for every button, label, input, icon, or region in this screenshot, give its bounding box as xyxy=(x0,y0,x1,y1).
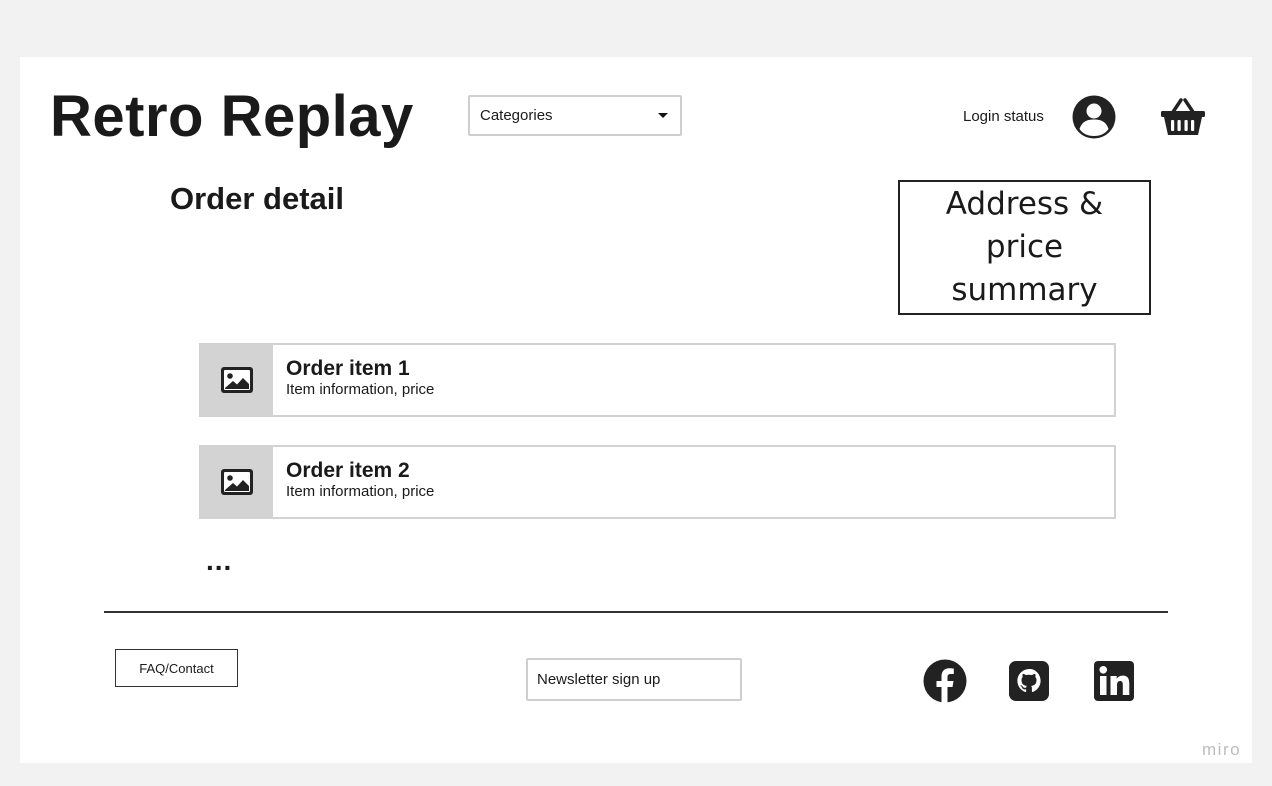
login-status[interactable]: Login status xyxy=(963,108,1044,125)
item-thumbnail xyxy=(201,345,273,415)
newsletter-signup-field[interactable]: Newsletter sign up xyxy=(526,658,742,701)
faq-contact-label: FAQ/Contact xyxy=(139,660,214,676)
image-placeholder-icon xyxy=(221,367,253,393)
faq-contact-button[interactable]: FAQ/Contact xyxy=(115,649,238,687)
facebook-icon[interactable] xyxy=(923,659,967,703)
footer-divider xyxy=(104,611,1168,613)
summary-box-label: Address & price summary xyxy=(945,186,1104,308)
wireframe-board: Retro Replay Categories Login status Ord… xyxy=(20,57,1252,763)
order-item[interactable]: Order item 2 Item information, price xyxy=(199,445,1116,519)
order-item-info: Item information, price xyxy=(286,381,435,398)
image-placeholder-icon xyxy=(221,469,253,495)
order-item-name: Order item 2 xyxy=(286,459,410,482)
categories-dropdown-value: Categories xyxy=(480,107,553,124)
shopping-basket-icon[interactable] xyxy=(1160,97,1206,137)
order-item-info: Item information, price xyxy=(286,483,435,500)
chevron-down-icon xyxy=(658,113,668,118)
site-title[interactable]: Retro Replay xyxy=(50,85,414,149)
github-icon[interactable] xyxy=(1008,659,1052,703)
item-thumbnail xyxy=(201,447,273,517)
order-item-name: Order item 1 xyxy=(286,357,410,380)
user-circle-icon[interactable] xyxy=(1072,95,1116,139)
order-item[interactable]: Order item 1 Item information, price xyxy=(199,343,1116,417)
categories-dropdown[interactable]: Categories xyxy=(468,95,682,136)
page-title: Order detail xyxy=(170,181,344,216)
more-items-indicator: ... xyxy=(206,545,233,576)
linkedin-icon[interactable] xyxy=(1092,659,1136,703)
miro-watermark: miro xyxy=(1202,740,1242,759)
address-price-summary: Address & price summary xyxy=(898,180,1151,315)
newsletter-signup-label: Newsletter sign up xyxy=(537,671,661,688)
